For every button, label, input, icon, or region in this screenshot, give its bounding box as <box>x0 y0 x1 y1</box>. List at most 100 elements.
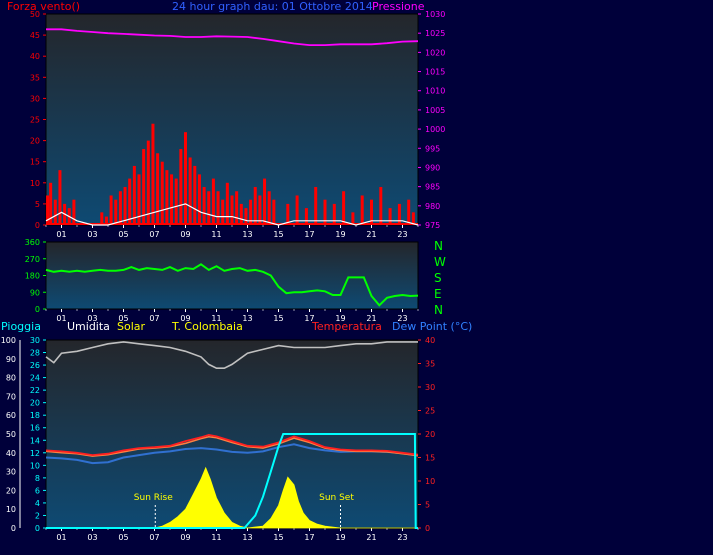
pressure-ytick-label: 1010 <box>425 87 445 96</box>
temp-ytick-label: 0 <box>425 524 430 533</box>
humidity-ytick-label: 0 <box>11 524 16 533</box>
rain-ytick-label: 6 <box>35 486 40 495</box>
wind-ytick-label: 0 <box>35 221 40 230</box>
rain-ytick-label: 8 <box>35 474 40 483</box>
top-xtick-label: 13 <box>242 230 252 239</box>
rain-ytick-label: 30 <box>30 336 40 345</box>
top-xtick-label: 19 <box>335 230 345 239</box>
top-xtick-label: 15 <box>273 230 283 239</box>
wind-bar <box>174 178 178 225</box>
humidity-label: Umidita <box>67 320 110 333</box>
wind-ytick-label: 10 <box>30 179 40 188</box>
wind-label: Forza vento() <box>7 0 81 13</box>
direction-ytick-label: 270 <box>25 255 40 264</box>
wind-bar <box>263 178 267 225</box>
wind-ytick-label: 15 <box>30 158 40 167</box>
wind-bar <box>193 165 197 225</box>
humidity-ytick-label: 60 <box>6 411 16 420</box>
wind-bar <box>53 199 57 225</box>
temp-ytick-label: 25 <box>425 407 435 416</box>
wind-bar <box>211 178 215 225</box>
direction-ytick-label: 90 <box>30 288 40 297</box>
top-xtick-label: 23 <box>397 230 407 239</box>
rain-ytick-label: 14 <box>30 436 40 445</box>
top-xtick-label: 11 <box>211 230 221 239</box>
direction-xtick-label: 01 <box>56 314 66 323</box>
sunset-label: Sun Set <box>319 493 354 503</box>
direction-xtick-label: 13 <box>242 314 252 323</box>
pressure-ytick-label: 1015 <box>425 68 445 77</box>
rain-ytick-label: 24 <box>30 374 40 383</box>
humidity-ytick-label: 100 <box>1 336 16 345</box>
temp-ytick-label: 10 <box>425 477 435 486</box>
wind-bar <box>114 199 118 225</box>
direction-panel-bg <box>45 241 419 310</box>
bottom-xtick-label: 01 <box>56 533 66 542</box>
wind-bar <box>407 199 411 225</box>
direction-xtick-label: 07 <box>149 314 159 323</box>
wind-bar <box>170 174 174 225</box>
temp-ytick-label: 5 <box>425 501 430 510</box>
wind-ytick-label: 40 <box>30 52 40 61</box>
wind-bar <box>267 191 271 225</box>
top-xtick-label: 07 <box>149 230 159 239</box>
dir-label-e: E <box>434 287 442 301</box>
direction-ytick-label: 180 <box>25 272 40 281</box>
pressure-ytick-label: 1020 <box>425 48 445 57</box>
wind-bar <box>146 140 150 225</box>
sunrise-label: Sun Rise <box>134 493 173 503</box>
wind-bar <box>360 195 364 225</box>
direction-xtick-label: 15 <box>273 314 283 323</box>
rain-ytick-label: 22 <box>30 386 40 395</box>
wind-bar <box>184 132 187 225</box>
temp-ytick-label: 20 <box>425 430 435 439</box>
wind-bar <box>342 191 346 225</box>
rain-ytick-label: 16 <box>30 424 40 433</box>
humidity-ytick-label: 40 <box>6 449 16 458</box>
direction-ytick-label: 360 <box>25 238 40 247</box>
top-xtick-label: 03 <box>87 230 97 239</box>
bottom-xtick-label: 17 <box>304 533 314 542</box>
temp-ytick-label: 30 <box>425 383 435 392</box>
wind-bar <box>216 191 220 225</box>
humidity-ytick-label: 70 <box>6 392 16 401</box>
wind-bar <box>379 187 383 225</box>
humidity-ytick-label: 30 <box>6 468 16 477</box>
humidity-ytick-label: 90 <box>6 355 16 364</box>
wind-ytick-label: 30 <box>30 94 40 103</box>
rain-ytick-label: 0 <box>35 524 40 533</box>
wind-bar <box>118 191 122 225</box>
pressure-ytick-label: 975 <box>425 221 440 230</box>
wind-bar <box>207 191 211 225</box>
wind-bar <box>123 187 127 225</box>
pressure-ytick-label: 990 <box>425 163 440 172</box>
bottom-xtick-label: 19 <box>335 533 345 542</box>
rain-label: Pioggia <box>1 320 41 333</box>
wind-bar <box>132 165 136 225</box>
temp-ytick-label: 40 <box>425 336 435 345</box>
pressure-ytick-label: 1005 <box>425 106 445 115</box>
wind-bar <box>202 187 206 225</box>
humidity-ytick-label: 20 <box>6 486 16 495</box>
wind-bar <box>230 195 234 225</box>
rain-ytick-label: 20 <box>30 399 40 408</box>
wind-bar <box>253 187 257 225</box>
wind-bar <box>388 208 392 225</box>
wind-bar <box>128 178 132 225</box>
pressure-ytick-label: 1025 <box>425 29 445 38</box>
wind-bar <box>197 174 201 225</box>
wind-bar <box>304 208 308 225</box>
dir-label-w: W <box>434 255 446 269</box>
weather-graph-svg: 0510152025303540455097598098599099510001… <box>1 10 446 542</box>
wind-bar <box>272 199 276 225</box>
wind-bar <box>179 149 183 225</box>
bottom-xtick-label: 13 <box>242 533 252 542</box>
wind-ytick-label: 35 <box>30 73 40 82</box>
wind-bar <box>221 199 225 225</box>
bottom-xtick-label: 05 <box>118 533 128 542</box>
top-xtick-label: 01 <box>56 230 66 239</box>
wind-bar <box>188 157 192 225</box>
wind-bar <box>142 149 146 225</box>
wind-bar <box>72 199 76 225</box>
humidity-ytick-label: 80 <box>6 374 16 383</box>
